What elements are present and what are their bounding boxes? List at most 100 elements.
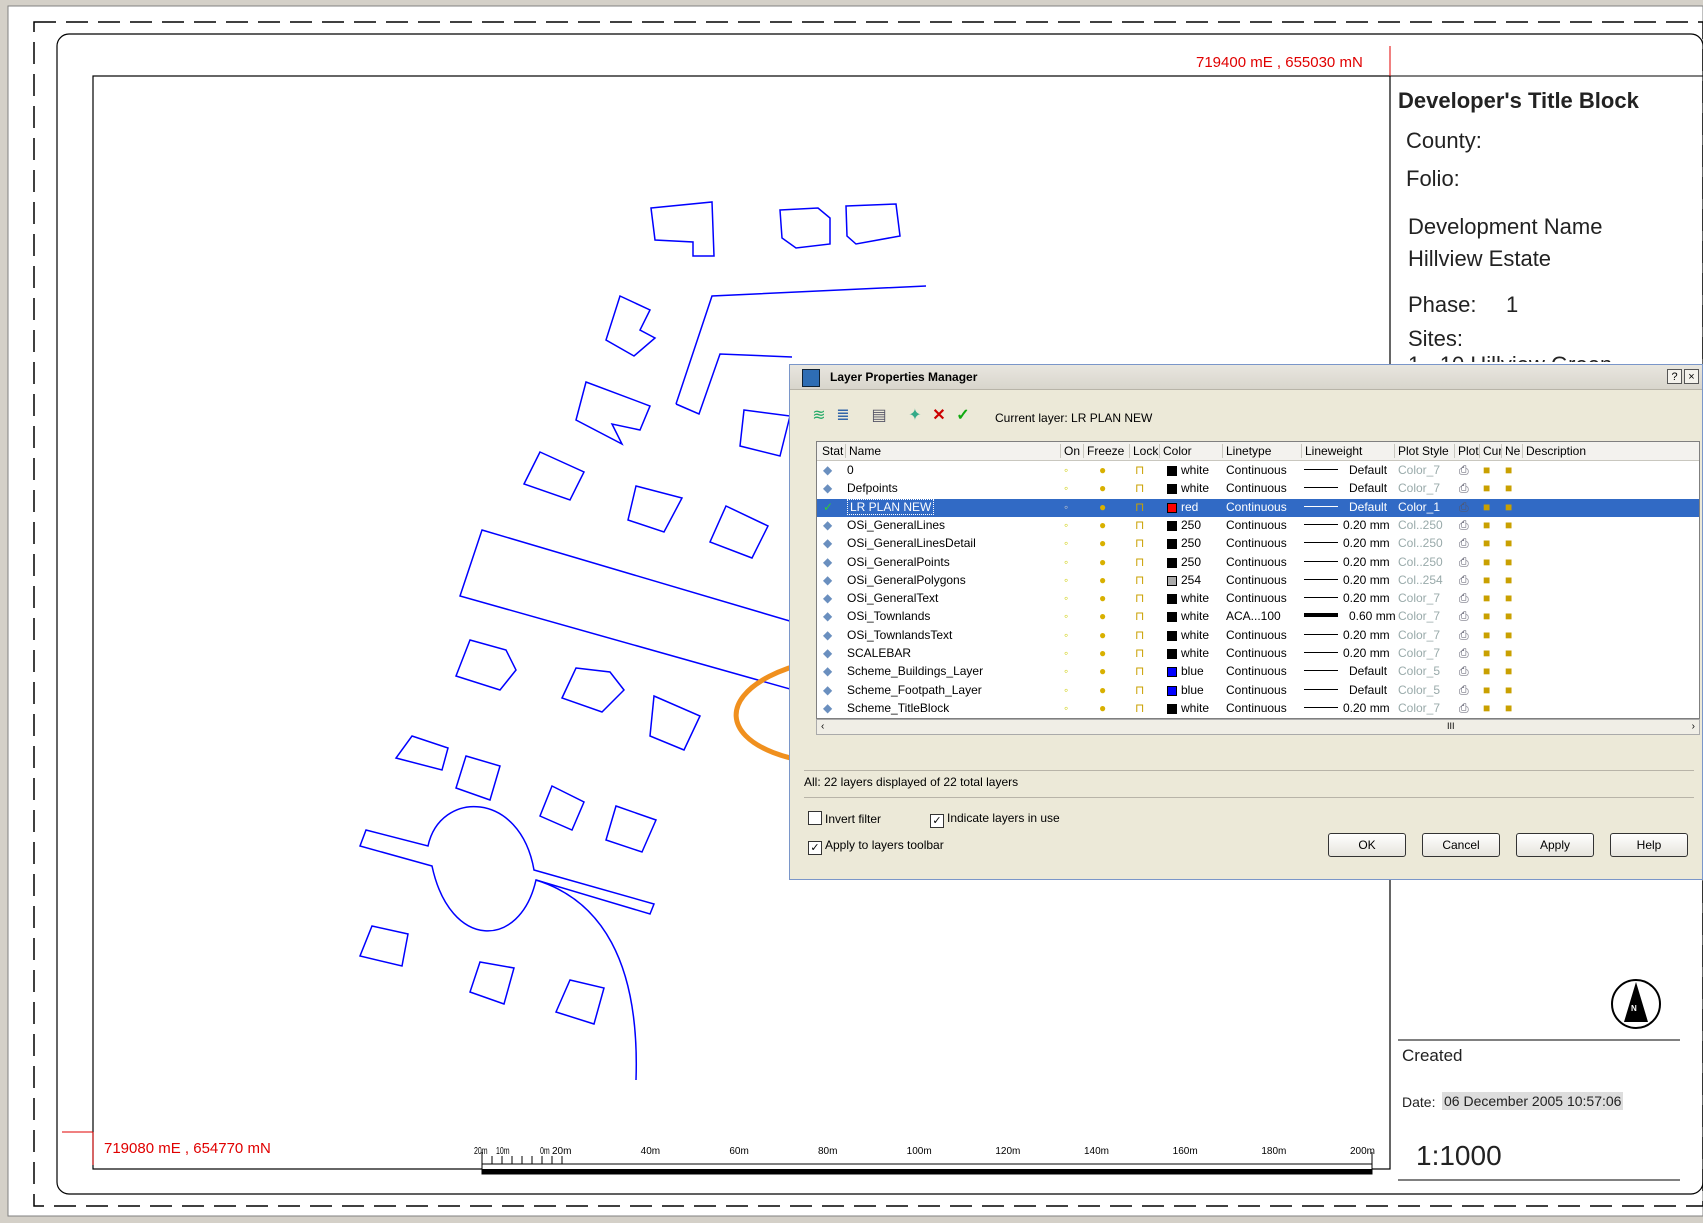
plot-printer-icon[interactable]: ⎙ xyxy=(1459,609,1469,624)
layer-row[interactable]: ◆ OSi_Townlands ◦ ● ⊓ white ACA...100 0.60 mm Co… xyxy=(817,608,1699,626)
current-vp-freeze-icon[interactable]: ■ xyxy=(1483,536,1490,550)
color-swatch[interactable] xyxy=(1167,575,1177,586)
col-lineweight[interactable]: Lineweight xyxy=(1301,444,1362,458)
col-current[interactable]: Cur xyxy=(1479,444,1502,458)
lineweight[interactable]: 0.20 mm xyxy=(1343,555,1390,569)
color-name[interactable]: 250 xyxy=(1181,536,1201,550)
color-name[interactable]: white xyxy=(1181,609,1209,623)
freeze-sun-icon[interactable]: ● xyxy=(1099,646,1106,660)
new-vp-freeze-icon[interactable]: ■ xyxy=(1505,536,1512,550)
new-vp-freeze-icon[interactable]: ■ xyxy=(1505,500,1512,514)
cancel-button[interactable]: Cancel xyxy=(1422,833,1500,857)
color-name[interactable]: white xyxy=(1181,628,1209,642)
col-new[interactable]: Ne xyxy=(1501,444,1520,458)
new-vp-freeze-icon[interactable]: ■ xyxy=(1505,463,1512,477)
color-name[interactable]: blue xyxy=(1181,683,1204,697)
layer-name[interactable]: OSi_GeneralLinesDetail xyxy=(847,536,976,550)
color-name[interactable]: blue xyxy=(1181,664,1204,678)
new-vp-freeze-icon[interactable]: ■ xyxy=(1505,481,1512,495)
plot-printer-icon[interactable]: ⎙ xyxy=(1459,628,1469,643)
layer-states-icon[interactable]: ▤ xyxy=(868,405,890,427)
freeze-sun-icon[interactable]: ● xyxy=(1099,481,1106,495)
color-swatch[interactable] xyxy=(1167,612,1177,623)
plot-printer-icon[interactable]: ⎙ xyxy=(1459,481,1469,496)
lock-icon[interactable]: ⊓ xyxy=(1135,536,1144,550)
layer-row[interactable]: ◆ OSi_GeneralText ◦ ● ⊓ white Continuous 0.20 m… xyxy=(817,590,1699,608)
color-swatch[interactable] xyxy=(1167,520,1177,531)
layer-row[interactable]: ◆ Defpoints ◦ ● ⊓ white Continuous Default Color… xyxy=(817,480,1699,498)
linetype[interactable]: Continuous xyxy=(1226,463,1287,477)
on-bulb-icon[interactable]: ◦ xyxy=(1064,646,1068,660)
lineweight[interactable]: Default xyxy=(1349,683,1387,697)
new-vp-freeze-icon[interactable]: ■ xyxy=(1505,573,1512,587)
layer-name[interactable]: OSi_GeneralText xyxy=(847,591,938,605)
freeze-sun-icon[interactable]: ● xyxy=(1099,500,1106,514)
linetype[interactable]: Continuous xyxy=(1226,573,1287,587)
ok-button[interactable]: OK xyxy=(1328,833,1406,857)
current-vp-freeze-icon[interactable]: ■ xyxy=(1483,628,1490,642)
on-bulb-icon[interactable]: ◦ xyxy=(1064,609,1068,623)
freeze-sun-icon[interactable]: ● xyxy=(1099,628,1106,642)
current-vp-freeze-icon[interactable]: ■ xyxy=(1483,481,1490,495)
color-swatch[interactable] xyxy=(1167,466,1177,476)
layer-row[interactable]: ◆ OSi_GeneralLines ◦ ● ⊓ 250 Continuous 0.20 mm… xyxy=(817,517,1699,535)
color-swatch[interactable] xyxy=(1167,594,1177,605)
color-name[interactable]: white xyxy=(1181,591,1209,605)
col-on[interactable]: On xyxy=(1060,444,1080,458)
lock-icon[interactable]: ⊓ xyxy=(1135,573,1144,587)
linetype[interactable]: Continuous xyxy=(1226,555,1287,569)
current-vp-freeze-icon[interactable]: ■ xyxy=(1483,609,1490,623)
dialog-titlebar[interactable]: Layer Properties Manager ? × xyxy=(790,365,1702,390)
on-bulb-icon[interactable]: ◦ xyxy=(1064,536,1068,550)
linetype[interactable]: Continuous xyxy=(1226,481,1287,495)
current-vp-freeze-icon[interactable]: ■ xyxy=(1483,555,1490,569)
color-name[interactable]: white xyxy=(1181,701,1209,715)
freeze-sun-icon[interactable]: ● xyxy=(1099,609,1106,623)
lock-icon[interactable]: ⊓ xyxy=(1135,463,1144,477)
layer-row[interactable]: ◆ OSi_GeneralPolygons ◦ ● ⊓ 254 Continuous 0.20… xyxy=(817,572,1699,590)
lock-icon[interactable]: ⊓ xyxy=(1135,500,1144,514)
color-swatch[interactable] xyxy=(1167,539,1177,550)
current-vp-freeze-icon[interactable]: ■ xyxy=(1483,573,1490,587)
scroll-thumb[interactable]: III xyxy=(1447,721,1455,731)
layer-row[interactable]: ◆ Scheme_Buildings_Layer ◦ ● ⊓ blue Continuous… xyxy=(817,663,1699,681)
color-swatch[interactable] xyxy=(1167,649,1177,659)
layer-name[interactable]: OSi_GeneralPoints xyxy=(847,555,950,569)
plot-printer-icon[interactable]: ⎙ xyxy=(1459,683,1469,698)
color-swatch[interactable] xyxy=(1167,502,1177,513)
layer-name[interactable]: OSi_GeneralPolygons xyxy=(847,573,966,587)
lineweight[interactable]: 0.20 mm xyxy=(1343,518,1390,532)
plot-printer-icon[interactable]: ⎙ xyxy=(1459,701,1469,716)
linetype[interactable]: Continuous xyxy=(1226,683,1287,697)
layer-name[interactable]: Defpoints xyxy=(847,481,898,495)
color-swatch[interactable] xyxy=(1167,484,1177,495)
linetype[interactable]: ACA...100 xyxy=(1226,609,1281,623)
color-name[interactable]: 250 xyxy=(1181,555,1201,569)
current-vp-freeze-icon[interactable]: ■ xyxy=(1483,500,1490,514)
on-bulb-icon[interactable]: ◦ xyxy=(1064,573,1068,587)
on-bulb-icon[interactable]: ◦ xyxy=(1064,683,1068,697)
lineweight[interactable]: 0.20 mm xyxy=(1343,591,1390,605)
plot-printer-icon[interactable]: ⎙ xyxy=(1459,591,1469,606)
lineweight[interactable]: Default xyxy=(1349,500,1387,514)
color-name[interactable]: red xyxy=(1181,500,1198,514)
lock-icon[interactable]: ⊓ xyxy=(1135,664,1144,678)
lock-icon[interactable]: ⊓ xyxy=(1135,701,1144,715)
new-layer-icon[interactable]: ✦ xyxy=(904,405,926,427)
apply-button[interactable]: Apply xyxy=(1516,833,1594,857)
linetype[interactable]: Continuous xyxy=(1226,664,1287,678)
on-bulb-icon[interactable]: ◦ xyxy=(1064,664,1068,678)
color-swatch[interactable] xyxy=(1167,703,1177,714)
new-property-filter-icon[interactable]: ≋ xyxy=(808,405,830,427)
col-lock[interactable]: Lock xyxy=(1129,444,1158,458)
layer-name[interactable]: 0 xyxy=(847,463,854,477)
linetype[interactable]: Continuous xyxy=(1226,646,1287,660)
layer-row[interactable]: ✓ LR PLAN NEW ◦ ● ⊓ red Continuous Default Color… xyxy=(817,498,1699,517)
layer-row[interactable]: ◆ OSi_GeneralLinesDetail ◦ ● ⊓ 250 Continuous 0… xyxy=(817,535,1699,553)
linetype[interactable]: Continuous xyxy=(1226,591,1287,605)
freeze-sun-icon[interactable]: ● xyxy=(1099,664,1106,678)
color-swatch[interactable] xyxy=(1167,557,1177,568)
col-plot-style[interactable]: Plot Style xyxy=(1394,444,1449,458)
freeze-sun-icon[interactable]: ● xyxy=(1099,463,1106,477)
col-stat[interactable]: Stat xyxy=(819,444,843,458)
